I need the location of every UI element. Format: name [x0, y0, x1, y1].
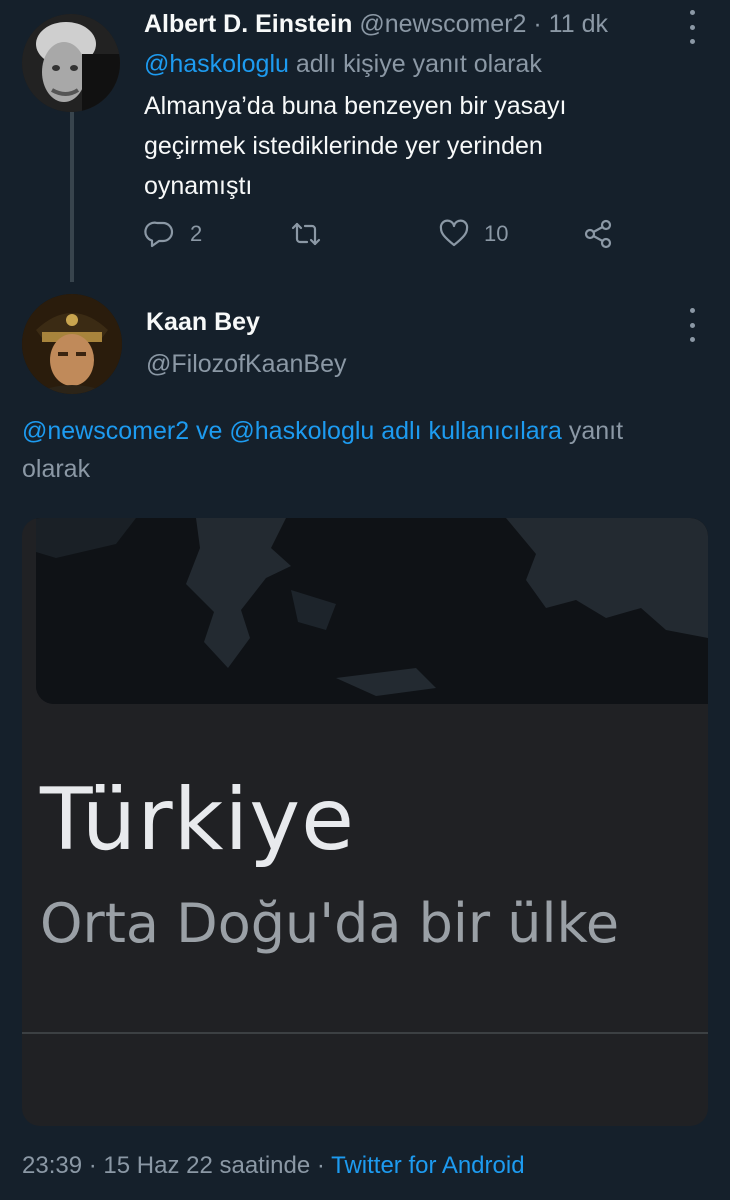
tweet-date[interactable]: 15 Haz 22 saatinde — [103, 1152, 310, 1179]
like-icon — [439, 219, 469, 247]
thread-connector-line — [70, 112, 74, 282]
like-count: 10 — [484, 221, 509, 246]
reply-count: 2 — [190, 221, 203, 246]
tweet-time[interactable]: 23:39 — [22, 1152, 82, 1179]
map-landmass-illustration — [36, 518, 708, 704]
tweet-footer: 23:39 · 15 Haz 22 saatinde · Twitter for… — [22, 1152, 525, 1180]
tweet1-header: Albert D. Einstein @newscomer2 · 11 dk — [144, 10, 608, 39]
tweet-media-image[interactable]: Türkiye Orta Doğu'da bir ülke — [22, 518, 708, 1126]
tweet-text-line: Almanya’da buna benzeyen bir yasayı — [144, 92, 567, 120]
more-icon[interactable] — [688, 308, 696, 342]
avatar-portrait-icon — [22, 14, 120, 112]
author-handle[interactable]: @FilozofKaanBey — [146, 350, 346, 379]
reply-button[interactable]: 2 — [144, 218, 202, 250]
like-button[interactable]: 10 — [438, 218, 508, 250]
tweet-time[interactable]: 11 dk — [549, 10, 608, 38]
reply-context: @haskologlu adlı kişiye yanıt olarak — [144, 50, 542, 79]
footer-separator: · — [316, 1152, 325, 1179]
author-handle[interactable]: @newscomer2 — [359, 10, 526, 38]
retweet-button[interactable] — [290, 218, 336, 250]
author-name[interactable]: Albert D. Einstein — [144, 10, 352, 38]
reply-suffix: yanıt — [568, 417, 624, 445]
footer-separator: · — [88, 1152, 97, 1179]
author-name[interactable]: Kaan Bey — [146, 308, 260, 337]
reply-to-suffix: adlı kişiye yanıt olarak — [295, 50, 542, 78]
share-icon — [584, 219, 612, 249]
media-title: Türkiye — [40, 770, 356, 870]
media-divider — [22, 1032, 708, 1034]
retweet-icon — [291, 222, 321, 246]
header-separator: · — [533, 10, 542, 38]
more-icon[interactable] — [688, 10, 696, 44]
avatar-portrait-icon — [22, 294, 122, 394]
tweet-source-link[interactable]: Twitter for Android — [331, 1152, 524, 1179]
reply-context: @newscomer2 ve @haskologlu adlı kullanıc… — [22, 412, 702, 488]
avatar[interactable] — [22, 14, 120, 112]
share-button[interactable] — [582, 218, 614, 250]
avatar[interactable] — [22, 294, 122, 394]
reply-icon — [144, 221, 174, 248]
tweet-text-line: oynamıştı — [144, 172, 253, 200]
reply-suffix-continuation: olarak — [22, 455, 91, 483]
reply-to-handles-link[interactable]: @newscomer2 ve @haskologlu adlı kullanıc… — [22, 417, 562, 445]
tweet-text-line: geçirmek istediklerinde yer yerinden — [144, 132, 543, 160]
tweet1-text: Almanya’da buna benzeyen bir yasayı geçi… — [144, 86, 567, 206]
media-subtitle: Orta Doğu'da bir ülke — [40, 892, 620, 955]
reply-to-handle-link[interactable]: @haskologlu — [144, 50, 289, 78]
map-image — [36, 518, 708, 704]
